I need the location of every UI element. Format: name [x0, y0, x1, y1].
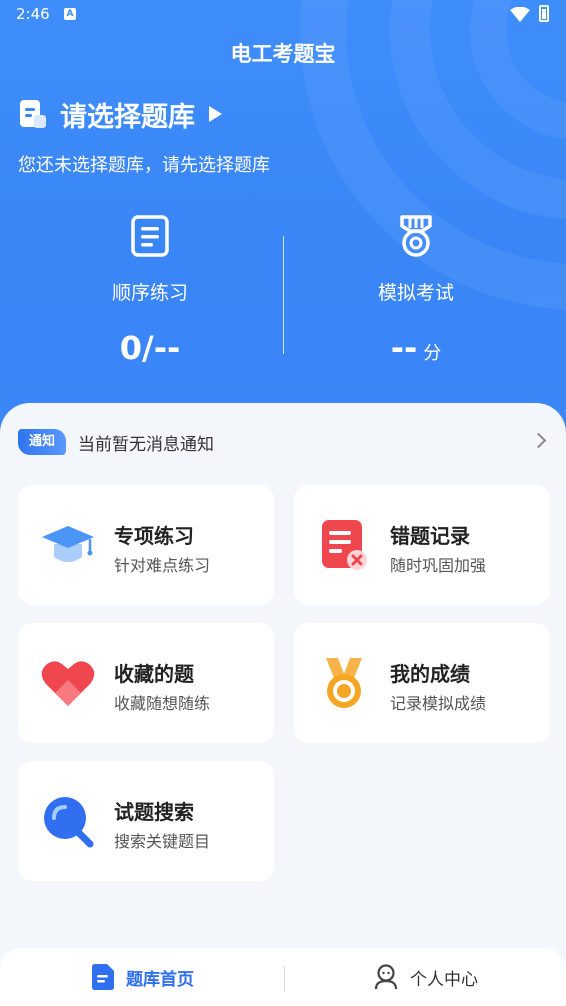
card-title: 专项练习 — [114, 524, 194, 548]
medal-icon — [326, 658, 362, 708]
special-practice-card[interactable]: 专项练习 针对难点练习 — [18, 485, 274, 605]
mock-exam-button[interactable]: 模拟考试 -- 分 — [276, 214, 556, 367]
card-title: 错题记录 — [390, 524, 470, 548]
mock-exam-score-value: -- — [390, 329, 418, 367]
status-time: 2:46 — [16, 5, 50, 23]
wrong-record-icon — [322, 520, 367, 570]
notice-tag: 通知 — [18, 429, 66, 455]
mock-exam-score: -- 分 — [276, 329, 556, 367]
sequence-practice-label: 顺序练习 — [111, 282, 188, 304]
wifi-icon — [510, 7, 530, 22]
battery-icon — [539, 5, 549, 22]
question-bank-icon — [20, 100, 46, 128]
card-subtitle: 收藏随想随练 — [114, 694, 211, 713]
wrong-record-card[interactable]: 错题记录 随时巩固加强 — [294, 485, 550, 605]
sequence-practice-progress: 0/-- — [119, 329, 181, 367]
tab-personal-center[interactable]: 个人中心 — [374, 964, 478, 990]
select-bank-button[interactable]: 请选择题库 — [18, 96, 222, 133]
my-scores-card[interactable]: 我的成绩 记录模拟成绩 — [294, 623, 550, 743]
tab-label: 个人中心 — [410, 969, 478, 990]
card-subtitle: 针对难点练习 — [114, 556, 211, 575]
notification-app-icon: A — [64, 8, 76, 20]
bank-subtitle: 您还未选择题库，请先选择题库 — [18, 155, 270, 176]
heart-icon — [41, 661, 95, 706]
card-subtitle: 随时巩固加强 — [390, 556, 487, 575]
main-content: 通知 当前暂无消息通知 专项练习 针对难点练习 错题记录 随时巩固加强 收藏的题… — [0, 403, 566, 963]
tab-label: 题库首页 — [126, 969, 194, 990]
exam-medal-icon — [400, 215, 432, 257]
header-banner: 2:46 A 电工考题宝 请选择题库 您还未选择题库，请先选择题库 顺序练习 0… — [0, 0, 566, 440]
sequence-practice-button[interactable]: 顺序练习 0/-- — [10, 214, 290, 367]
search-icon — [44, 797, 94, 848]
status-bar: 2:46 A — [0, 0, 566, 30]
mock-exam-label: 模拟考试 — [377, 282, 454, 304]
question-search-card[interactable]: 试题搜索 搜索关键题目 — [18, 761, 274, 881]
app-title: 电工考题宝 — [230, 42, 336, 66]
graduation-cap-icon — [42, 526, 94, 562]
card-title: 我的成绩 — [390, 662, 470, 686]
card-title: 收藏的题 — [114, 662, 194, 686]
document-tab-icon — [92, 964, 114, 990]
bank-title: 请选择题库 — [60, 101, 195, 133]
mock-exam-score-unit: 分 — [423, 343, 442, 364]
card-subtitle: 搜索关键题目 — [114, 832, 211, 851]
chevron-right-icon — [530, 432, 547, 449]
card-subtitle: 记录模拟成绩 — [390, 694, 487, 713]
tab-question-bank-home[interactable]: 题库首页 — [92, 964, 194, 990]
card-title: 试题搜索 — [114, 800, 194, 824]
notice-text: 当前暂无消息通知 — [78, 434, 214, 455]
play-arrow-icon — [209, 106, 222, 122]
tab-divider — [284, 966, 285, 992]
bottom-tab-bar: 题库首页 个人中心 — [0, 948, 566, 1006]
document-list-icon — [131, 215, 169, 257]
favorites-card[interactable]: 收藏的题 收藏随想随练 — [18, 623, 274, 743]
notice-bar[interactable]: 通知 当前暂无消息通知 — [18, 428, 548, 456]
user-icon — [374, 964, 398, 990]
